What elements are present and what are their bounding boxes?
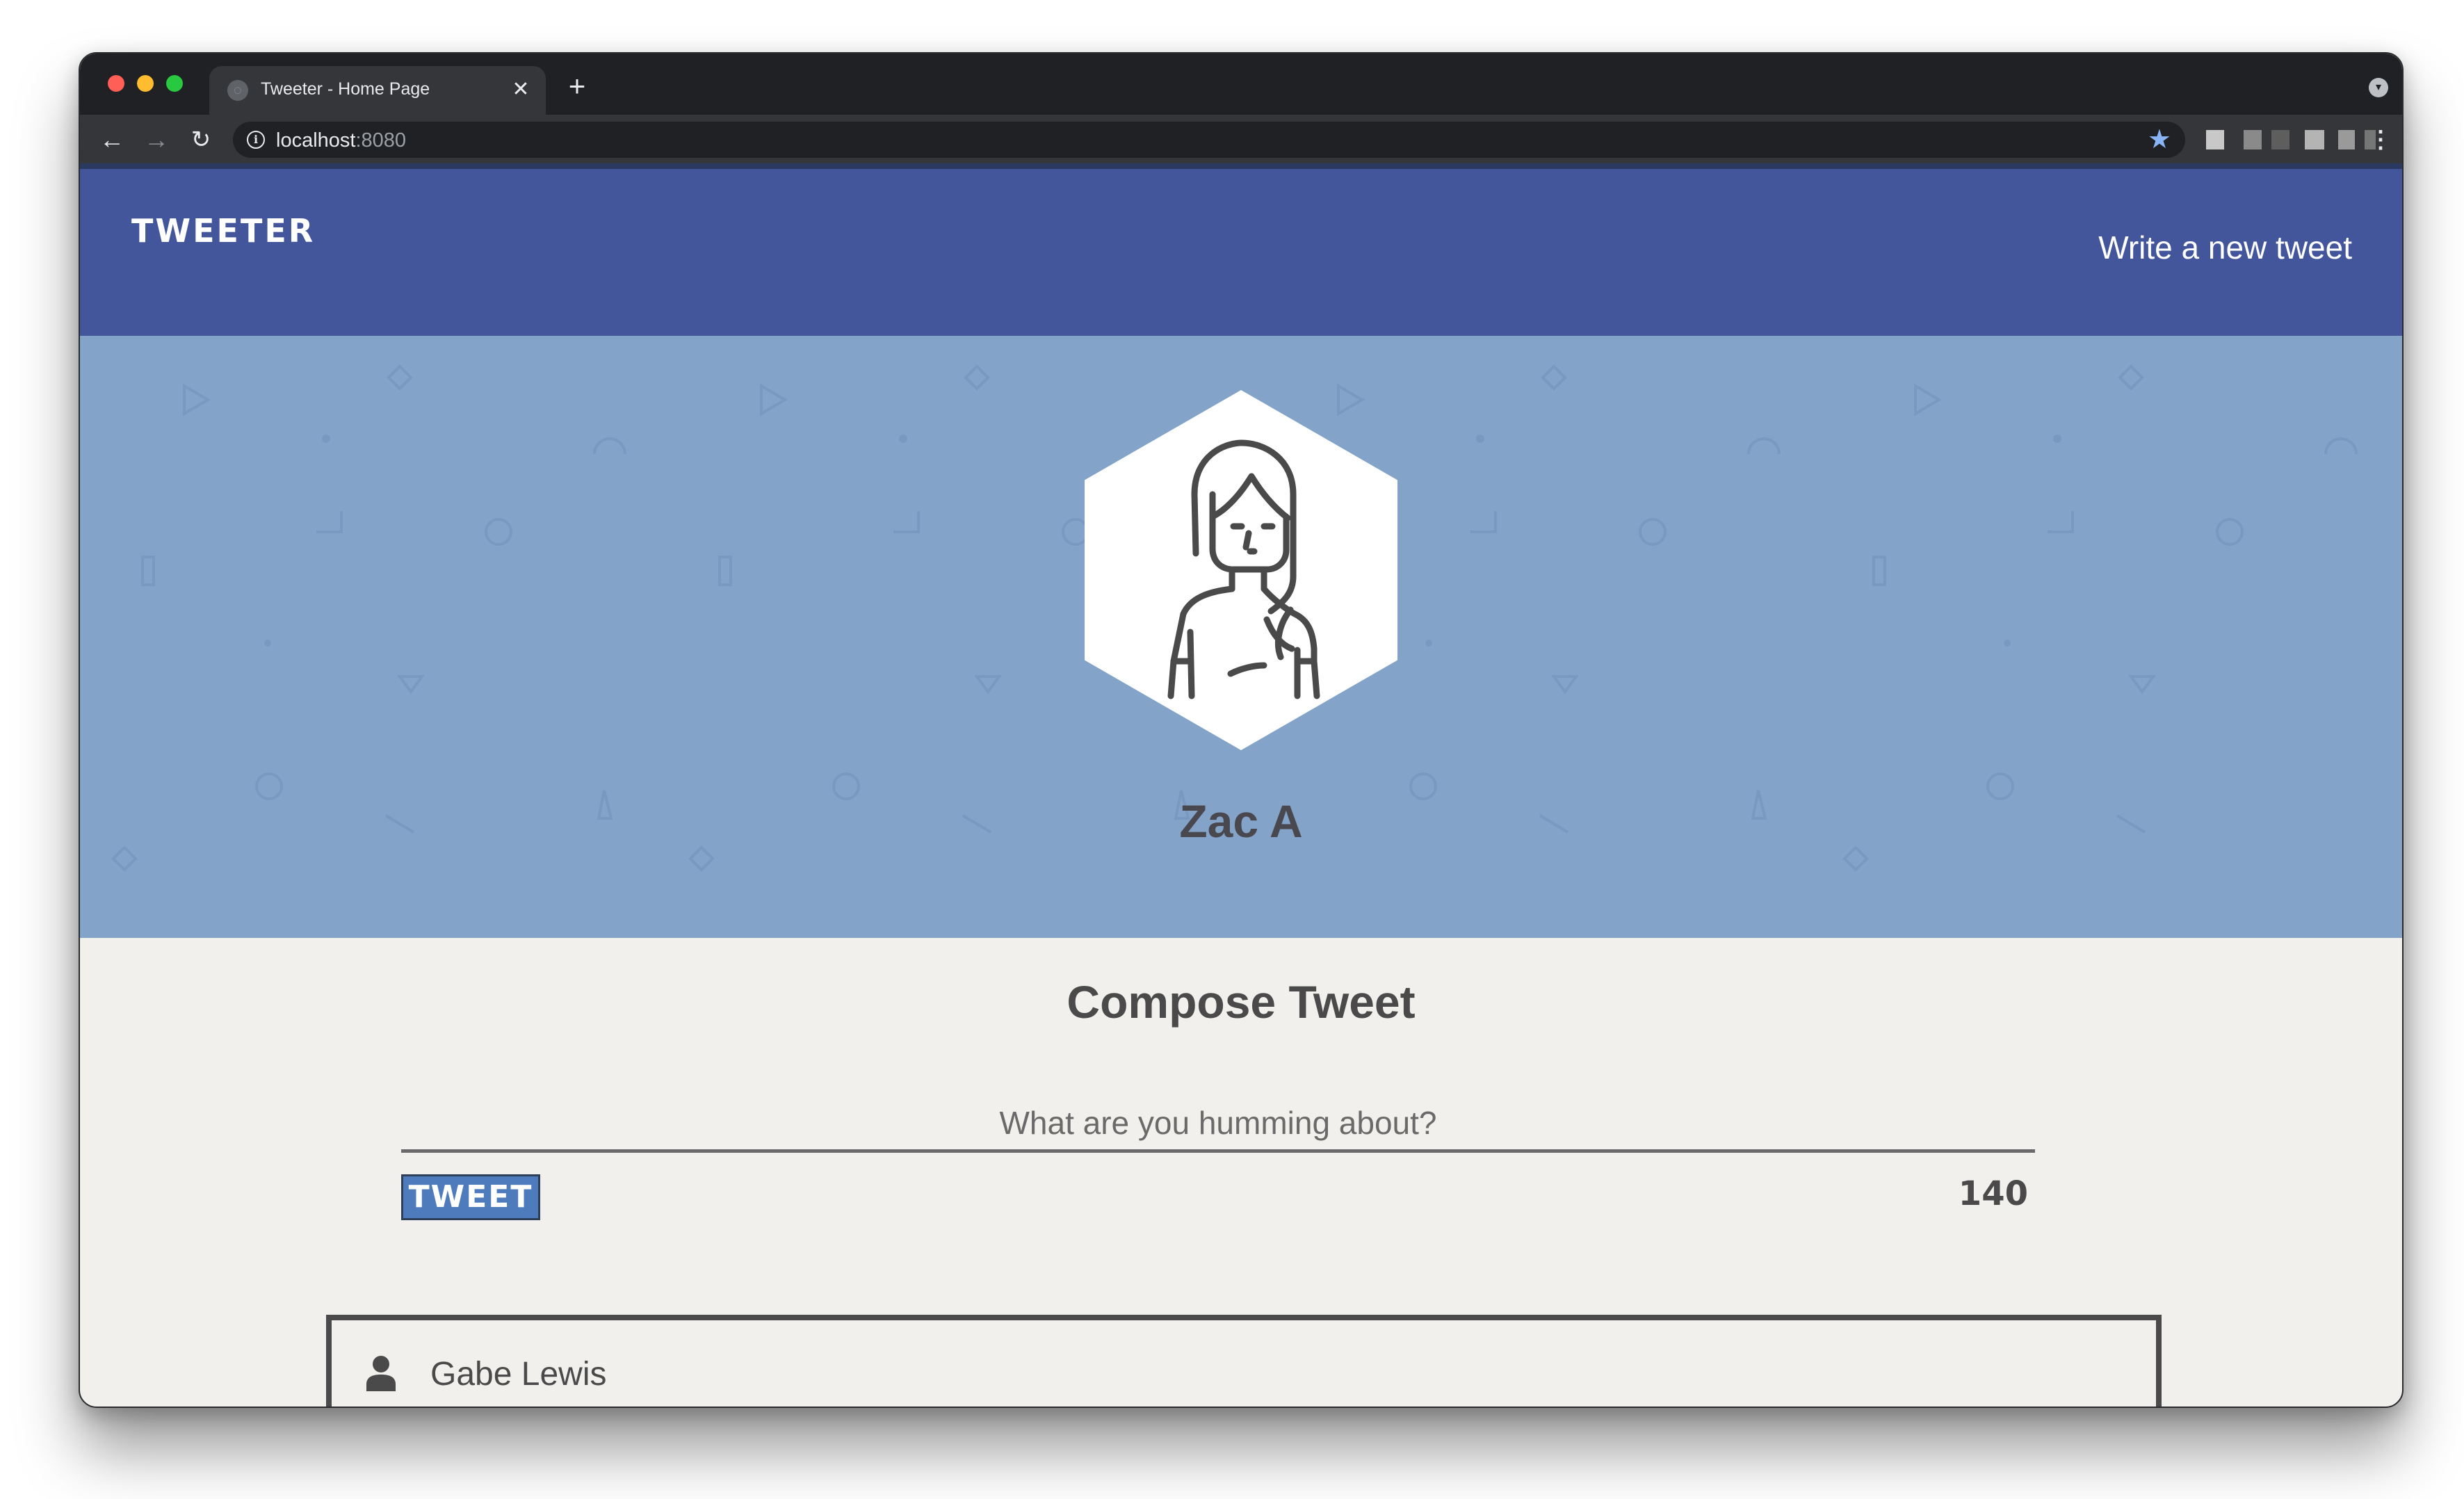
browser-toolbar: ← → ↻ i localhost:8080 ★ ⋮: [80, 115, 2402, 165]
extension-icon[interactable]: [2271, 130, 2289, 149]
tweet-author-name: Gabe Lewis: [430, 1356, 607, 1393]
info-icon[interactable]: i: [247, 131, 265, 149]
bookmark-star-icon[interactable]: ★: [2148, 124, 2171, 155]
compose-title: Compose Tweet: [1067, 976, 1416, 1028]
profile-header: Zac A: [80, 336, 2402, 938]
minimize-window-button[interactable]: [137, 75, 154, 92]
profile-menu-icon[interactable]: ▾: [2369, 78, 2388, 97]
url-text: localhost:8080: [276, 129, 406, 152]
tab-strip: ◌ Tweeter - Home Page ✕ + ▾: [80, 54, 2402, 115]
tweet-text-input[interactable]: [401, 1096, 2035, 1153]
tweet-card: Gabe Lewis: [326, 1315, 2162, 1407]
app-logo[interactable]: TWEETER: [131, 212, 315, 250]
extension-icon[interactable]: [2338, 130, 2355, 149]
url-host: localhost: [276, 129, 356, 152]
url-port: :8080: [355, 129, 407, 152]
back-button[interactable]: ←: [94, 122, 130, 158]
close-window-button[interactable]: [108, 75, 124, 92]
close-tab-icon[interactable]: ✕: [505, 74, 536, 105]
tweet-submit-button[interactable]: TWEET: [401, 1174, 540, 1220]
reload-button[interactable]: ↻: [183, 122, 219, 158]
tab-title: Tweeter - Home Page: [261, 79, 430, 99]
browser-menu-icon[interactable]: ⋮: [2369, 122, 2392, 158]
address-bar[interactable]: i localhost:8080 ★: [233, 122, 2185, 158]
extension-icon[interactable]: [2305, 130, 2324, 149]
app-navbar: TWEETER Write a new tweet: [80, 169, 2402, 336]
extension-icon[interactable]: [2206, 130, 2224, 149]
write-new-tweet-link[interactable]: Write a new tweet: [2098, 229, 2352, 266]
character-counter: 140: [1958, 1174, 2028, 1213]
maximize-window-button[interactable]: [166, 75, 183, 92]
browser-window: ◌ Tweeter - Home Page ✕ + ▾ ← → ↻ i loca…: [79, 52, 2404, 1408]
toolbar-divider: [80, 163, 2402, 169]
forward-button[interactable]: →: [138, 122, 175, 158]
new-tab-button[interactable]: +: [560, 69, 594, 104]
profile-name: Zac A: [1179, 795, 1303, 847]
extension-icon[interactable]: [2244, 130, 2262, 149]
user-icon: [366, 1356, 396, 1391]
browser-tab[interactable]: ◌ Tweeter - Home Page ✕: [209, 66, 546, 115]
globe-icon: ◌: [227, 80, 248, 101]
